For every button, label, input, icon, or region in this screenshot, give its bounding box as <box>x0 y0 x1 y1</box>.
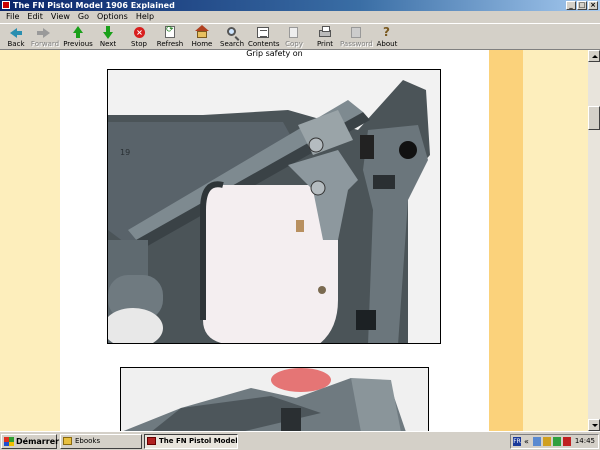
forward-button[interactable]: Forward <box>30 25 60 50</box>
scroll-up-button[interactable] <box>588 50 600 62</box>
task-ebooks-label: Ebooks <box>75 437 101 445</box>
task-ebooks[interactable]: Ebooks <box>60 434 142 449</box>
copy-button[interactable]: Copy <box>284 25 304 50</box>
home-button[interactable]: Home <box>190 25 214 50</box>
question-mark-icon: ? <box>383 25 390 39</box>
network-icon[interactable] <box>533 437 541 446</box>
about-label: About <box>376 40 398 48</box>
windows-logo-icon <box>4 437 14 446</box>
up-arrow-icon <box>71 26 85 39</box>
menu-file[interactable]: File <box>2 11 23 23</box>
copy-icon <box>287 26 301 39</box>
back-label: Back <box>7 40 25 48</box>
security-icon[interactable] <box>553 437 561 446</box>
next-button[interactable]: Next <box>96 25 120 50</box>
printer-icon <box>318 26 332 39</box>
about-button[interactable]: ? About <box>376 25 398 50</box>
contents-label: Contents <box>248 40 280 48</box>
task-fn-pistol[interactable]: The FN Pistol Model 19... <box>144 434 238 449</box>
menu-edit[interactable]: Edit <box>23 11 47 23</box>
search-icon <box>225 26 239 39</box>
previous-button[interactable]: Previous <box>62 25 94 50</box>
window-title: The FN Pistol Model 1906 Explained <box>13 1 175 10</box>
password-icon <box>349 26 363 39</box>
vertical-scrollbar[interactable] <box>588 50 600 431</box>
document-view[interactable]: Grip safety on 19 <box>0 50 600 431</box>
triangle-down-icon <box>592 424 598 427</box>
pistol-photo-grip-safety: 19 <box>107 69 441 344</box>
maximize-button[interactable]: □ <box>577 1 587 10</box>
forward-arrow-icon <box>37 26 52 39</box>
system-tray: FR « 14:45 <box>510 434 599 449</box>
scroll-down-button[interactable] <box>588 419 600 431</box>
contents-button[interactable]: Contents <box>248 25 280 50</box>
triangle-up-icon <box>592 55 598 58</box>
previous-label: Previous <box>63 40 93 48</box>
menu-options[interactable]: Options <box>93 11 132 23</box>
scroll-thumb[interactable] <box>588 106 600 130</box>
stop-button[interactable]: × Stop <box>128 25 150 50</box>
search-label: Search <box>220 40 245 48</box>
menu-help[interactable]: Help <box>132 11 158 23</box>
stop-label: Stop <box>131 40 147 48</box>
refresh-icon <box>163 26 177 39</box>
start-button[interactable]: Démarrer <box>1 434 60 449</box>
clock: 14:45 <box>574 437 595 445</box>
next-label: Next <box>99 40 117 48</box>
password-label: Password <box>340 40 373 48</box>
speaker-icon[interactable] <box>543 437 551 446</box>
accent-column <box>489 50 523 431</box>
antivirus-icon[interactable] <box>563 437 571 446</box>
start-label: Démarrer <box>16 437 60 446</box>
task-fn-pistol-label: The FN Pistol Model 19... <box>159 437 238 445</box>
minimize-button[interactable]: _ <box>566 1 576 10</box>
language-indicator[interactable]: FR <box>513 437 521 446</box>
home-icon <box>195 25 209 39</box>
app-icon[interactable] <box>2 1 10 9</box>
window-controls: _ □ × <box>566 1 598 10</box>
menu-bar: File Edit View Go Options Help <box>0 11 600 23</box>
stop-icon: × <box>132 26 146 39</box>
down-arrow-icon <box>101 26 115 39</box>
menu-view[interactable]: View <box>47 11 74 23</box>
taskbar: Démarrer Ebooks The FN Pistol Model 19..… <box>0 431 600 450</box>
search-button[interactable]: Search <box>220 25 244 50</box>
close-button[interactable]: × <box>588 1 598 10</box>
folder-icon <box>63 437 72 445</box>
password-button[interactable]: Password <box>340 25 373 50</box>
refresh-label: Refresh <box>156 40 184 48</box>
tray-expand-chevron[interactable]: « <box>524 437 532 446</box>
copy-label: Copy <box>285 40 303 48</box>
home-label: Home <box>191 40 213 48</box>
title-bar: The FN Pistol Model 1906 Explained _ □ × <box>0 0 600 11</box>
pistol-photo-lower <box>120 367 429 431</box>
back-button[interactable]: Back <box>3 25 29 50</box>
back-arrow-icon <box>9 26 23 39</box>
frame-stamp-text: 19 <box>120 148 131 157</box>
menu-go[interactable]: Go <box>74 11 93 23</box>
contents-icon <box>256 26 270 39</box>
forward-label: Forward <box>30 40 60 48</box>
print-button[interactable]: Print <box>314 25 336 50</box>
ebook-icon <box>147 437 156 445</box>
photo-caption: Grip safety on <box>246 50 303 58</box>
print-label: Print <box>316 40 334 48</box>
toolbar: Back Forward Previous Next × Stop Refres… <box>0 23 600 50</box>
refresh-button[interactable]: Refresh <box>156 25 184 50</box>
